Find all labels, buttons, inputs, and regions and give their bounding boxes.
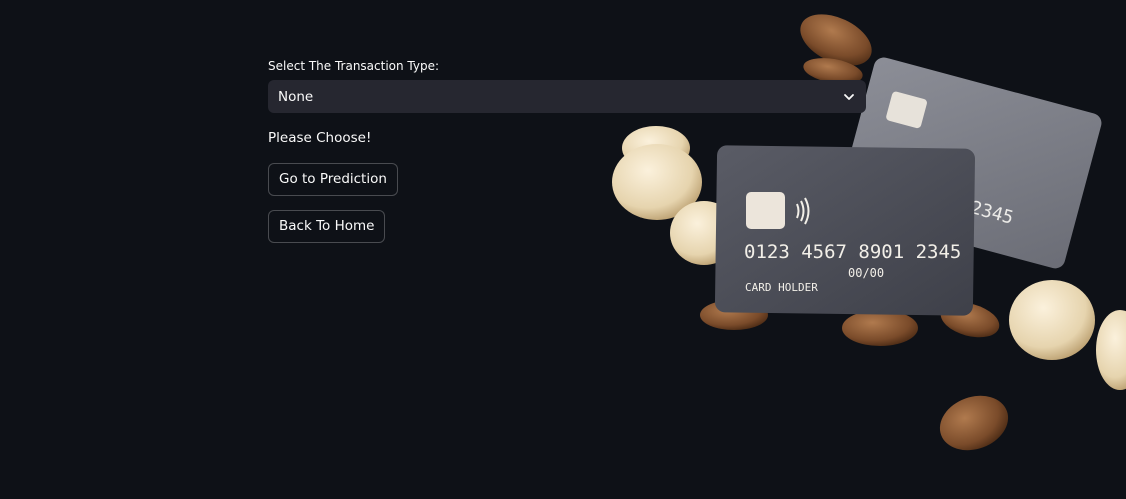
go-to-prediction-button[interactable]: Go to Prediction: [268, 163, 398, 196]
card-holder: CARD HOLDER: [745, 281, 818, 294]
transaction-type-select[interactable]: None: [268, 80, 866, 113]
card-number-back: 01 2345: [937, 189, 1016, 229]
card-expiry: 00/00: [848, 266, 884, 280]
main-content: Select The Transaction Type: None Please…: [268, 58, 866, 243]
transaction-type-label: Select The Transaction Type:: [268, 59, 440, 73]
chevron-down-icon: [842, 90, 856, 104]
app-view: 01 2345 0123 4567 8901 2345 00/00 CARD H…: [0, 0, 1126, 499]
please-choose-text: Please Choose!: [268, 130, 372, 146]
credit-card-image: 01 2345: [837, 57, 1102, 269]
card-number: 0123 4567 8901 2345: [744, 241, 961, 263]
coin-image: [1009, 280, 1126, 390]
coin-image: [939, 395, 1009, 451]
coin-image: [700, 300, 1000, 346]
back-to-home-button[interactable]: Back To Home: [268, 210, 386, 243]
transaction-type-value: None: [278, 88, 314, 105]
